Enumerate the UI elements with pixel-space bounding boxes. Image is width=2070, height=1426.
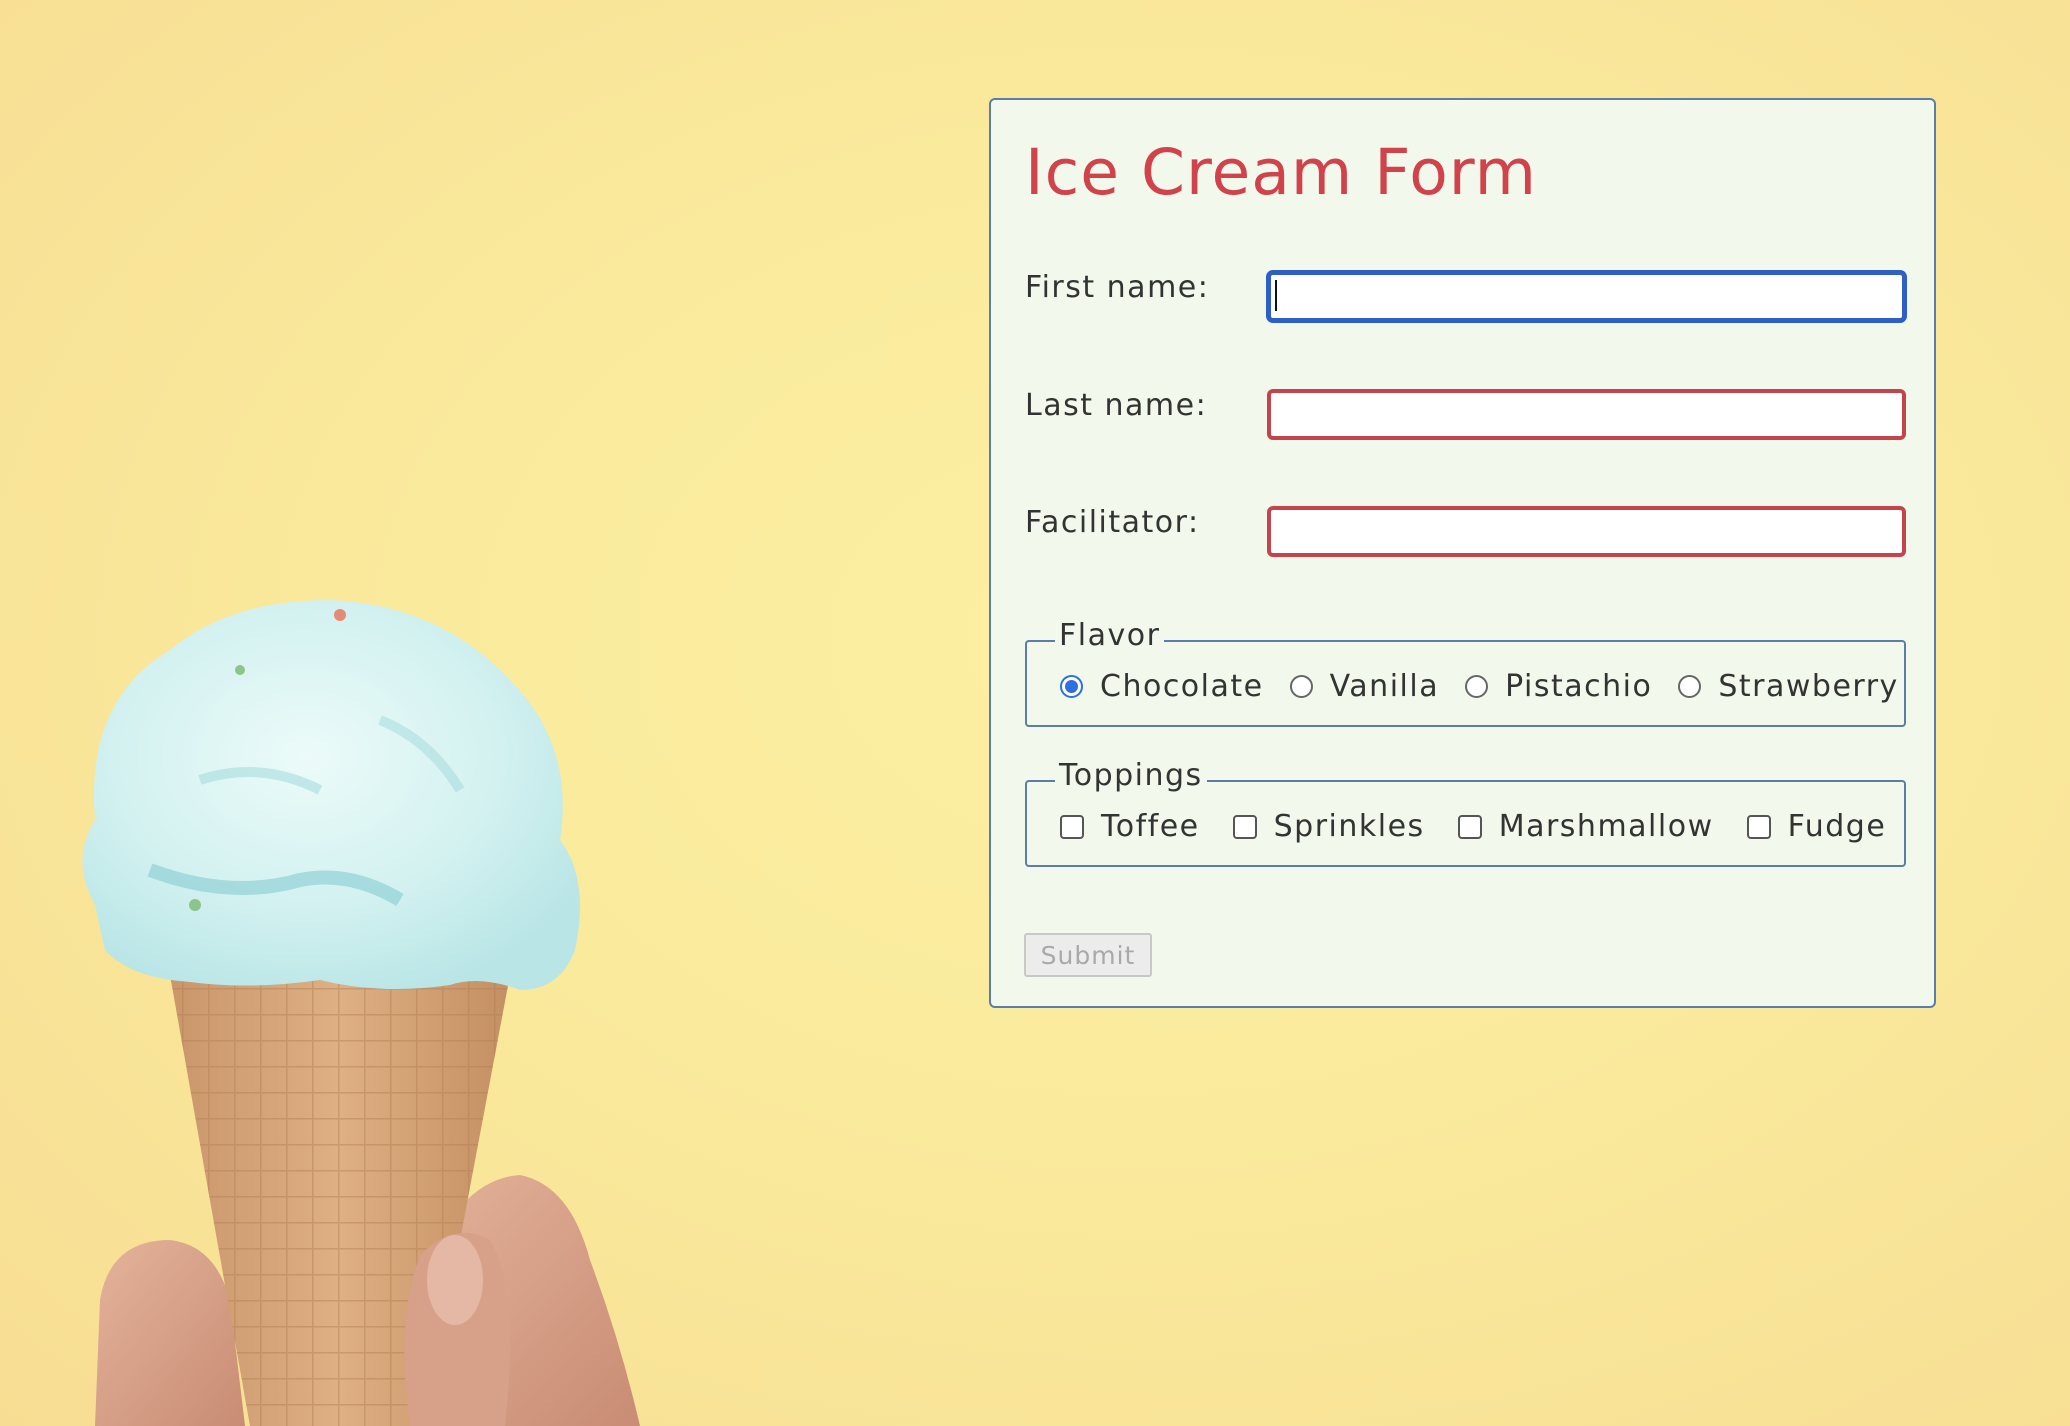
flavor-label-chocolate: Chocolate <box>1100 669 1264 704</box>
text-caret <box>1275 280 1277 311</box>
flavor-label-pistachio: Pistachio <box>1505 669 1653 704</box>
flavor-option-strawberry[interactable]: Strawberry <box>1678 669 1898 704</box>
flavor-fieldset: Flavor Chocolate Vanilla Pistachio Straw… <box>1025 618 1906 727</box>
topping-option-toffee[interactable]: Toffee <box>1060 809 1200 844</box>
checkbox[interactable] <box>1232 814 1257 839</box>
topping-option-fudge[interactable]: Fudge <box>1746 809 1887 844</box>
topping-label-sprinkles: Sprinkles <box>1273 809 1425 844</box>
ice-cream-form: Ice Cream Form First name: Last name: Fa… <box>989 98 1936 1008</box>
first-name-label: First name: <box>1025 270 1210 305</box>
radio-button[interactable] <box>1465 675 1489 698</box>
form-title: Ice Cream Form <box>1025 136 1537 209</box>
flavor-option-chocolate[interactable]: Chocolate <box>1060 669 1264 704</box>
first-name-input[interactable] <box>1267 271 1906 322</box>
toppings-fieldset: Toppings Toffee Sprinkles Marshmallow Fu… <box>1025 758 1906 867</box>
last-name-input[interactable] <box>1267 389 1906 440</box>
topping-option-sprinkles[interactable]: Sprinkles <box>1232 809 1425 844</box>
last-name-label: Last name: <box>1025 388 1208 423</box>
checkbox[interactable] <box>1746 814 1771 839</box>
topping-label-marshmallow: Marshmallow <box>1498 809 1714 844</box>
topping-option-marshmallow[interactable]: Marshmallow <box>1457 809 1714 844</box>
flavor-option-pistachio[interactable]: Pistachio <box>1465 669 1652 704</box>
facilitator-input[interactable] <box>1267 506 1906 557</box>
facilitator-label: Facilitator: <box>1025 505 1200 540</box>
flavor-label-strawberry: Strawberry <box>1718 669 1899 704</box>
radio-button-checked[interactable] <box>1060 675 1083 698</box>
topping-label-toffee: Toffee <box>1101 809 1200 844</box>
submit-button[interactable]: Submit <box>1024 933 1152 977</box>
radio-button[interactable] <box>1289 675 1313 698</box>
topping-label-fudge: Fudge <box>1787 809 1887 844</box>
flavor-legend: Flavor <box>1055 618 1165 653</box>
flavor-label-vanilla: Vanilla <box>1329 669 1440 704</box>
flavor-option-vanilla[interactable]: Vanilla <box>1289 669 1440 704</box>
checkbox[interactable] <box>1457 814 1482 839</box>
checkbox[interactable] <box>1060 814 1084 839</box>
radio-button[interactable] <box>1678 675 1702 698</box>
toppings-legend: Toppings <box>1055 758 1207 793</box>
